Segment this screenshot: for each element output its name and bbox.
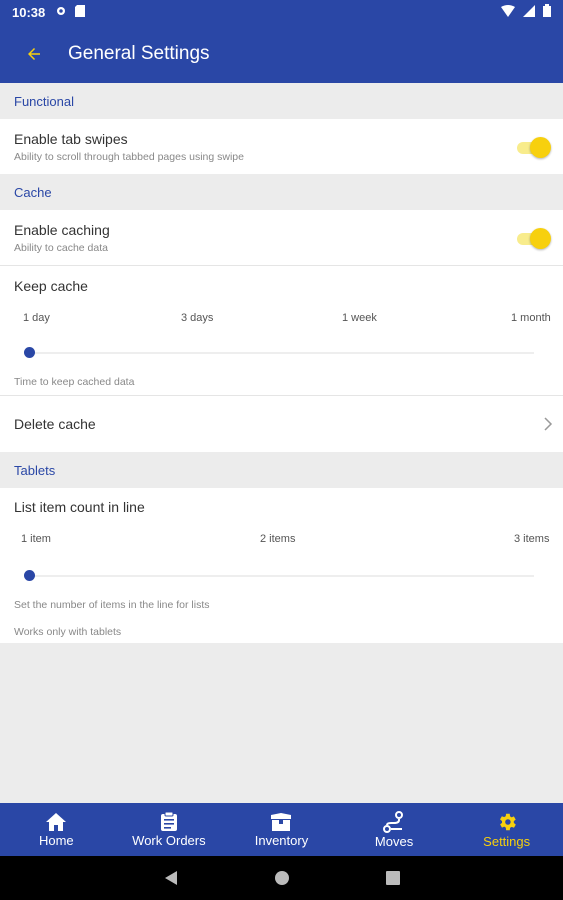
list-count-setting: List item count in line 1 item 2 items 3… — [0, 488, 563, 643]
status-bar: 10:38 — [0, 0, 563, 24]
system-home-icon[interactable] — [274, 870, 290, 886]
nav-inventory-label: Inventory — [254, 832, 309, 848]
chevron-right-icon — [544, 417, 553, 431]
tab-swipes-setting[interactable]: Enable tab swipes Ability to scroll thro… — [0, 119, 563, 174]
section-header-cache: Cache — [0, 174, 563, 210]
section-header-functional: Functional — [0, 83, 563, 119]
section-header-tablets: Tablets — [0, 452, 563, 488]
keep-cache-option-1-week[interactable]: 1 week — [342, 312, 377, 324]
app-bar: General Settings — [0, 24, 563, 83]
nav-inventory[interactable]: Inventory — [225, 803, 338, 856]
nav-moves-label: Moves — [374, 833, 414, 849]
system-nav-bar — [0, 856, 563, 900]
tab-swipes-title: Enable tab swipes — [14, 130, 128, 147]
caching-toggle[interactable] — [517, 227, 551, 249]
nav-home[interactable]: Home — [0, 803, 113, 856]
toggle-thumb — [530, 136, 551, 158]
sd-card-icon — [75, 4, 86, 20]
keep-cache-options: 1 day 3 days 1 week 1 month — [0, 312, 563, 330]
nav-moves[interactable]: Moves — [338, 803, 451, 856]
battery-icon — [543, 4, 551, 20]
nav-settings-label: Settings — [483, 833, 531, 849]
caching-subtitle: Ability to cache data — [14, 241, 108, 254]
system-back-icon[interactable] — [164, 870, 178, 886]
list-count-option-2[interactable]: 2 items — [260, 533, 295, 545]
tab-swipes-toggle[interactable] — [517, 136, 551, 158]
list-count-options: 1 item 2 items 3 items — [0, 533, 563, 551]
caching-setting[interactable]: Enable caching Ability to cache data — [0, 210, 563, 265]
bottom-navigation: Home Work Orders Inventory Moves Setting… — [0, 803, 563, 856]
keep-cache-slider-thumb[interactable] — [24, 347, 35, 358]
list-count-title: List item count in line — [14, 499, 145, 515]
keep-cache-help: Time to keep cached data — [14, 376, 135, 388]
delete-cache-label: Delete cache — [14, 416, 96, 432]
caching-title: Enable caching — [14, 221, 110, 238]
settings-status-icon — [55, 5, 67, 20]
nav-work-orders[interactable]: Work Orders — [113, 803, 226, 856]
back-arrow-icon — [28, 47, 40, 60]
list-count-slider-track[interactable] — [30, 575, 534, 577]
back-button[interactable] — [0, 45, 68, 63]
settings-list: Functional Enable tab swipes Ability to … — [0, 83, 563, 643]
toggle-thumb — [530, 227, 551, 249]
keep-cache-title: Keep cache — [14, 278, 88, 294]
box-icon — [271, 812, 292, 831]
nav-home-label: Home — [38, 832, 74, 848]
nav-work-orders-label: Work Orders — [132, 833, 206, 848]
delete-cache-row[interactable]: Delete cache — [0, 396, 563, 452]
keep-cache-option-1-day[interactable]: 1 day — [23, 312, 50, 324]
status-time: 10:38 — [12, 4, 46, 20]
keep-cache-setting: Keep cache 1 day 3 days 1 week 1 month T… — [0, 266, 563, 395]
list-count-slider-thumb[interactable] — [24, 570, 35, 581]
gear-icon — [499, 813, 516, 830]
clipboard-icon — [160, 811, 177, 831]
system-recents-icon[interactable] — [385, 871, 400, 885]
home-icon — [46, 812, 67, 831]
tab-swipes-subtitle: Ability to scroll through tabbed pages u… — [14, 150, 244, 163]
list-count-option-1[interactable]: 1 item — [21, 533, 51, 545]
page-title: General Settings — [68, 42, 210, 64]
list-count-tablets-note: Works only with tablets — [14, 626, 122, 638]
list-count-option-3[interactable]: 3 items — [514, 533, 549, 545]
nav-settings[interactable]: Settings — [450, 803, 563, 856]
signal-icon — [523, 4, 535, 20]
route-icon — [383, 810, 404, 833]
keep-cache-slider-track[interactable] — [30, 352, 534, 354]
wifi-icon — [501, 4, 515, 20]
list-count-help: Set the number of items in the line for … — [14, 599, 210, 611]
keep-cache-option-3-days[interactable]: 3 days — [181, 312, 213, 324]
keep-cache-option-1-month[interactable]: 1 month — [511, 312, 551, 324]
